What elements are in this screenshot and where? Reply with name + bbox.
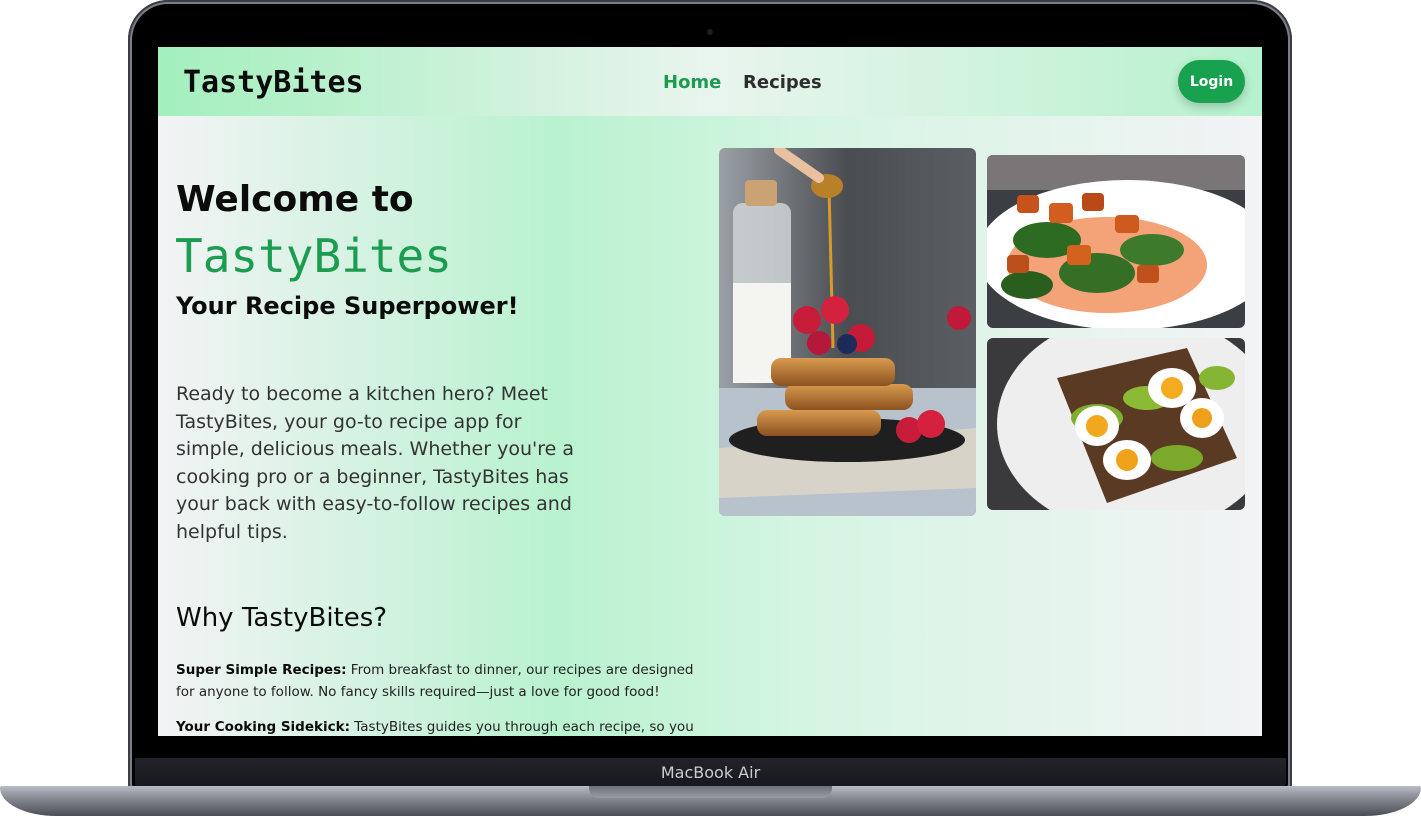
login-button[interactable]: Login	[1178, 60, 1245, 103]
intro-paragraph: Ready to become a kitchen hero? Meet Tas…	[176, 383, 574, 543]
eggs-toast-photo	[987, 338, 1245, 510]
waffles-photo	[719, 148, 976, 516]
salad-photo	[987, 155, 1245, 328]
screen: TastyBites Home Recipes Login Welcome to…	[158, 47, 1262, 736]
why-heading: Why TastyBites?	[176, 603, 388, 633]
feature-title: Super Simple Recipes:	[176, 662, 347, 678]
laptop-hinge-notch	[589, 786, 832, 798]
hero-title-line1: Welcome to	[176, 179, 414, 220]
feature-text: TastyBites guides you through each recip…	[349, 719, 694, 735]
nav-link-home[interactable]: Home	[663, 72, 721, 93]
feature-item: Your Cooking Sidekick: TastyBites guides…	[176, 716, 716, 736]
feature-item: Super Simple Recipes: From breakfast to …	[176, 659, 716, 703]
camera-icon	[707, 29, 713, 35]
hero-subtitle: Your Recipe Superpower!	[176, 292, 519, 320]
navbar: TastyBites Home Recipes Login	[158, 47, 1262, 116]
hero-brand-title: TastyBites	[175, 229, 452, 283]
brand-logo[interactable]: TastyBites	[183, 65, 364, 100]
nav-link-recipes[interactable]: Recipes	[743, 72, 822, 93]
feature-title: Your Cooking Sidekick:	[176, 719, 350, 735]
laptop-model-label: MacBook Air	[660, 763, 761, 782]
